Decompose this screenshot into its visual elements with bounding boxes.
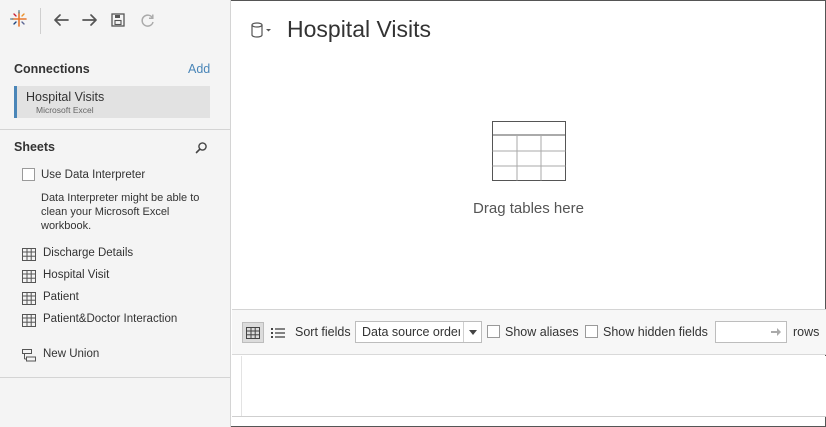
rows-input[interactable]: [715, 321, 787, 343]
show-hidden-fields-checkbox[interactable]: [585, 325, 598, 338]
data-interpreter-label: Use Data Interpreter: [41, 169, 146, 181]
add-connection-link[interactable]: Add: [188, 62, 210, 76]
grid-view-button[interactable]: [242, 322, 264, 343]
drop-zone-text: Drag tables here: [473, 200, 584, 217]
connection-type: Microsoft Excel: [36, 105, 94, 115]
grid-view-icon: [246, 326, 260, 339]
new-union-label: New Union: [43, 348, 100, 360]
tableau-logo-icon[interactable]: [10, 10, 28, 28]
arrow-left-icon: [54, 14, 69, 26]
connections-header: Connections: [14, 62, 90, 76]
sheets-header: Sheets: [14, 140, 55, 154]
sort-fields-dropdown[interactable]: Data source order: [355, 321, 482, 343]
show-aliases-checkbox[interactable]: [487, 325, 500, 338]
data-interpreter-description: Data Interpreter might be able to clean …: [41, 192, 200, 232]
chevron-down-icon: [463, 322, 481, 342]
data-grid: [232, 356, 826, 416]
section-divider: [0, 377, 231, 378]
refresh-icon: [140, 13, 154, 27]
list-view-button[interactable]: [267, 322, 289, 343]
sheet-item-patient[interactable]: Patient: [22, 290, 222, 308]
forward-button[interactable]: [80, 10, 100, 30]
sheet-item-patient-doctor-interaction[interactable]: Patient&Doctor Interaction: [22, 312, 222, 330]
arrow-right-icon: [82, 14, 97, 26]
main-area: Hospital Visits Drag tables here Sort fi…: [232, 0, 826, 427]
bottom-divider: [232, 416, 826, 417]
table-icon: [22, 270, 36, 283]
sort-fields-label: Sort fields: [295, 325, 351, 339]
sheet-item-label: Hospital Visit: [43, 269, 110, 281]
table-icon: [22, 248, 36, 261]
table-icon: [22, 292, 36, 305]
connection-item[interactable]: Hospital Visits Microsoft Excel: [14, 86, 210, 118]
new-union-item[interactable]: New Union: [22, 347, 222, 365]
rows-label: rows: [793, 325, 820, 339]
section-divider: [0, 129, 231, 130]
sheet-item-label: Patient&Doctor Interaction: [43, 313, 178, 325]
arrow-right-icon[interactable]: [770, 326, 782, 338]
sheet-item-hospital-visit[interactable]: Hospital Visit: [22, 268, 222, 286]
sort-fields-value: Data source order: [362, 325, 460, 339]
left-panel: Connections Add Hospital Visits Microsof…: [0, 0, 231, 427]
show-aliases-label: Show aliases: [505, 325, 579, 339]
save-button[interactable]: [108, 10, 128, 30]
row-header-strip: [232, 356, 242, 416]
datasource-cylinder-icon[interactable]: [250, 21, 274, 39]
top-toolbar: [0, 0, 231, 40]
sheet-item-label: Discharge Details: [43, 247, 134, 259]
list-view-icon: [271, 327, 285, 338]
refresh-button[interactable]: [137, 10, 157, 30]
toolbar-separator: [40, 8, 41, 34]
connection-name: Hospital Visits: [26, 90, 105, 104]
search-icon[interactable]: [193, 140, 209, 156]
save-icon: [111, 13, 125, 27]
back-button[interactable]: [51, 10, 71, 30]
show-hidden-fields-label: Show hidden fields: [603, 325, 708, 339]
table-grid-icon: [492, 121, 566, 181]
union-icon: [22, 349, 36, 362]
sheet-item-label: Patient: [43, 291, 79, 303]
data-interpreter-checkbox[interactable]: [22, 168, 35, 181]
grid-toolbar: Sort fields Data source order Show alias…: [232, 309, 826, 355]
sheet-item-discharge-details[interactable]: Discharge Details: [22, 246, 222, 264]
table-icon: [22, 314, 36, 327]
page-title: Hospital Visits: [287, 16, 432, 42]
